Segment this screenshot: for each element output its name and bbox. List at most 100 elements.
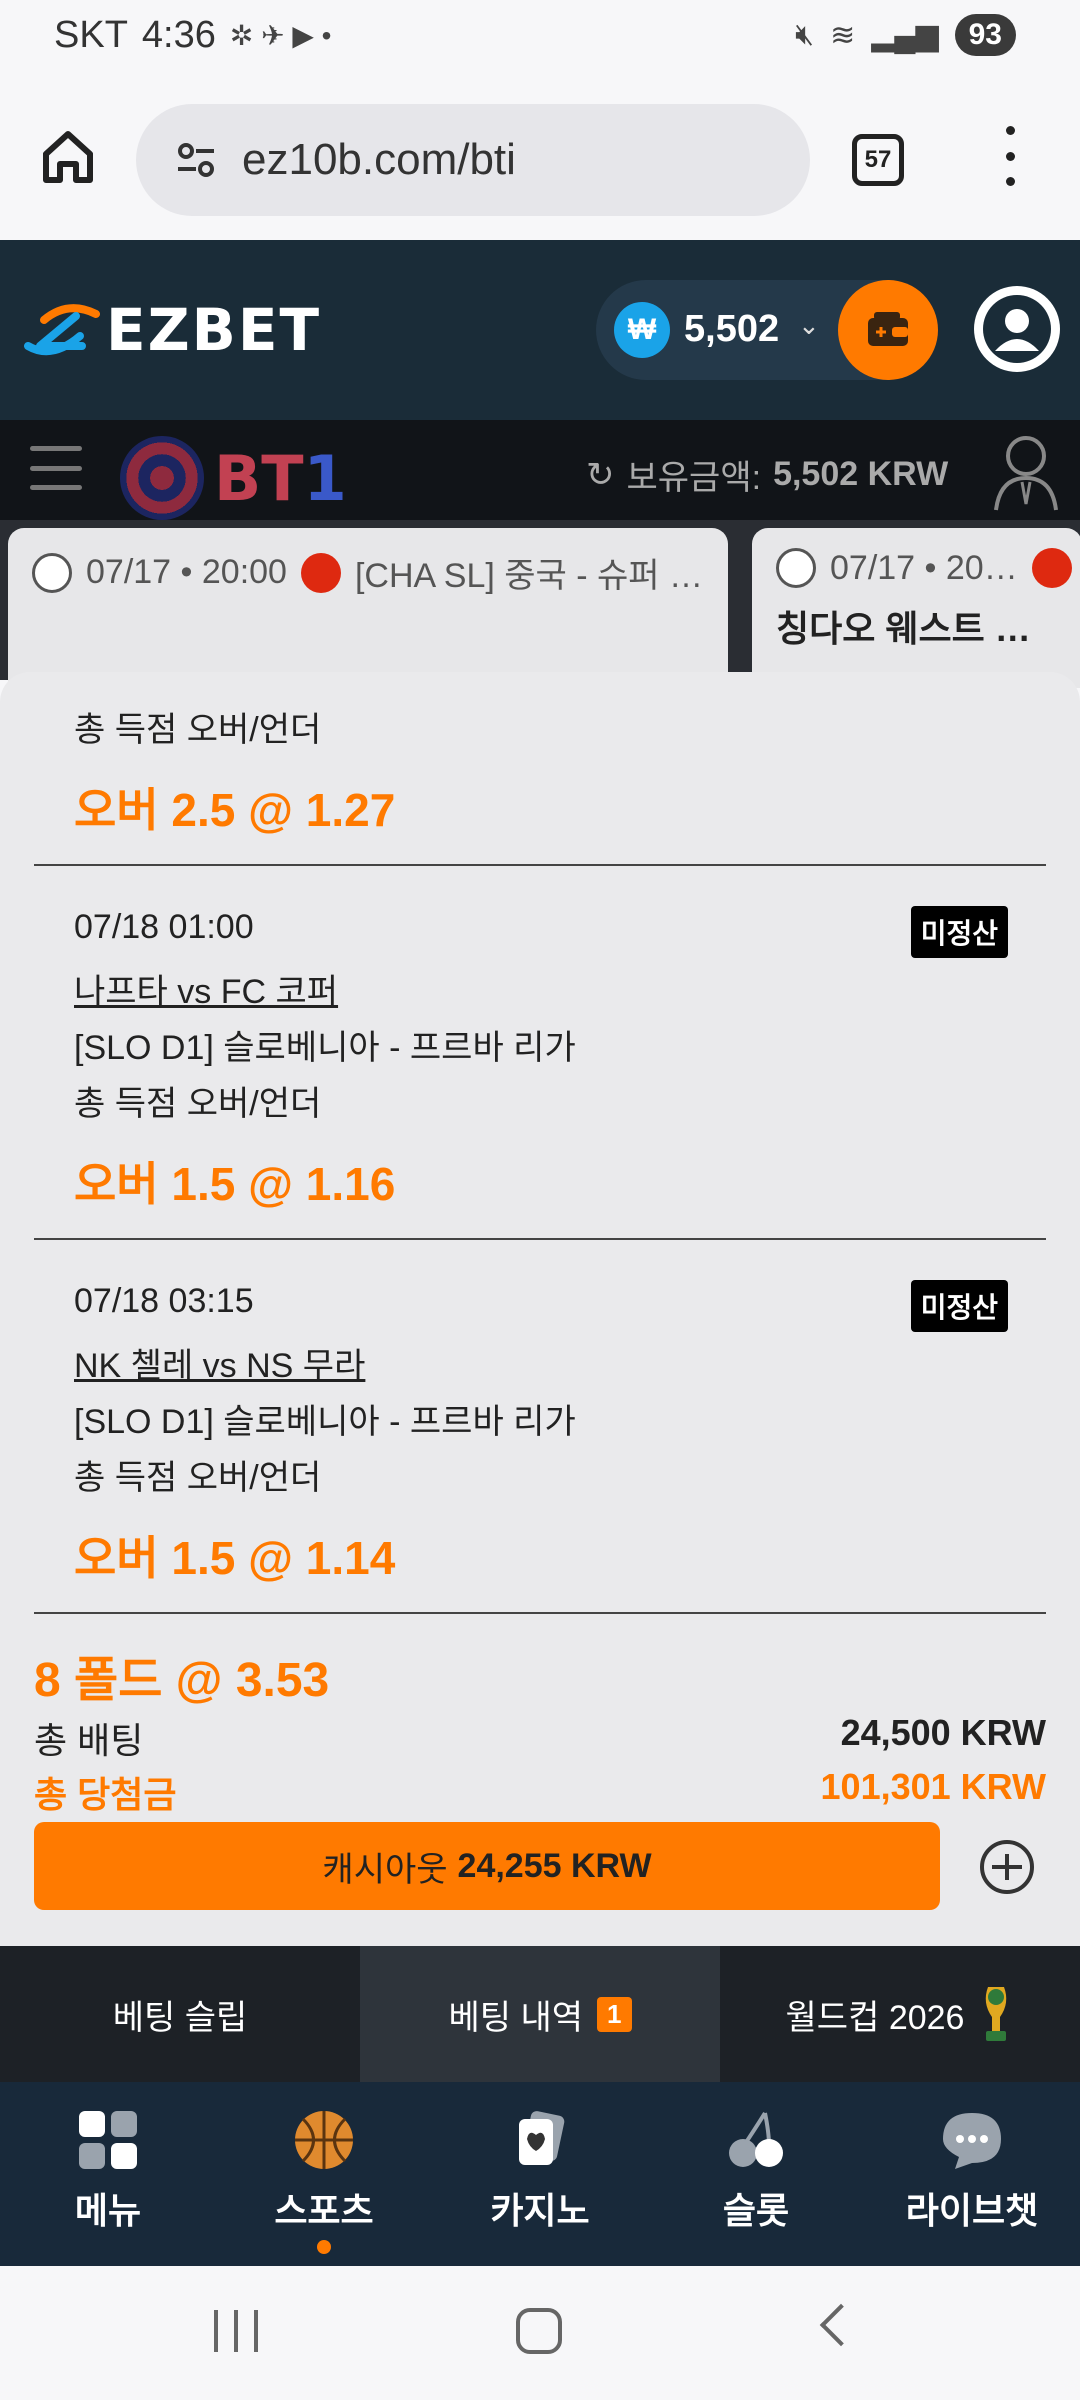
tab-bet-slip[interactable]: 베팅 슬립 xyxy=(0,1946,360,2082)
slip-tabs: 베팅 슬립 베팅 내역 1 월드컵 2026 xyxy=(0,1946,1080,2082)
bet-date: 07/18 01:00 xyxy=(74,908,254,946)
bet-odds: 오버 1.5 @ 1.16 xyxy=(74,1158,396,1210)
site-header: EZBET ₩ 5,502 ⌄ xyxy=(0,240,1080,420)
total-bet-row: 총 배팅 24,500 KRW xyxy=(34,1712,1046,1764)
chevron-down-icon: ⌄ xyxy=(798,310,820,340)
signal-icon: ▂▄▆ xyxy=(871,18,939,52)
nav-menu[interactable]: 메뉴 xyxy=(0,2082,216,2266)
balance-refresh[interactable]: ↻ 보유금액: 5,502 KRW xyxy=(586,450,948,499)
tab-world-cup[interactable]: 월드컵 2026 xyxy=(720,1946,1080,2082)
ezbet-logo-mark xyxy=(24,304,100,356)
fold-summary: 8 폴드 @ 3.53 xyxy=(34,1654,330,1707)
nav-label: 슬롯 xyxy=(722,2190,790,2231)
match-league: [CHA SL] 중국 - 슈퍼 … xyxy=(354,557,704,595)
nav-label: 메뉴 xyxy=(74,2190,142,2231)
nav-live-chat[interactable]: 라이브챗 xyxy=(864,2082,1080,2266)
tab-label: 베팅 내역 xyxy=(448,1998,584,2037)
balance-amount: 5,502 xyxy=(684,308,780,350)
nav-sports[interactable]: 스포츠 xyxy=(216,2082,432,2266)
ezbet-logo[interactable]: EZBET xyxy=(22,296,321,364)
soccer-ball-icon xyxy=(32,552,72,593)
browser-toolbar: ez10b.com/bti 57 xyxy=(0,80,1080,240)
system-navigation-bar xyxy=(0,2266,1080,2400)
match-card-header: 07/17 • 20… xyxy=(776,548,1072,588)
back-icon[interactable] xyxy=(819,2303,863,2347)
total-win-value: 101,301 KRW xyxy=(820,1766,1046,1807)
tab-bet-history[interactable]: 베팅 내역 1 xyxy=(360,1946,720,2082)
bet-odds: 오버 2.5 @ 1.27 xyxy=(74,784,396,836)
total-win-row: 총 당첨금 101,301 KRW xyxy=(34,1766,1046,1818)
mute-icon: 🔇︎ xyxy=(795,18,815,51)
user-icon xyxy=(983,295,1051,363)
profile-avatar[interactable] xyxy=(974,286,1060,372)
nav-slots[interactable]: 슬롯 xyxy=(648,2082,864,2266)
url-text: ez10b.com/bti xyxy=(242,135,516,184)
cashout-button[interactable]: 캐시아웃 24,255 KRW xyxy=(34,1822,940,1910)
status-left: SKT 4:36 ✲ ✈ ▶ • xyxy=(54,14,331,57)
balance-value: 5,502 KRW xyxy=(773,455,949,493)
bet-history-sheet: 총 득점 오버/언더 오버 2.5 @ 1.27 07/18 01:00 미정산… xyxy=(0,672,1080,1946)
china-flag-icon xyxy=(300,552,341,593)
bti-logo-mark xyxy=(120,436,204,520)
bet-league: [SLO D1] 슬로베니아 - 프르바 리가 xyxy=(74,1403,576,1441)
won-icon: ₩ xyxy=(614,302,670,358)
tab-label: 베팅 슬립 xyxy=(112,1998,248,2037)
address-bar[interactable]: ez10b.com/bti xyxy=(136,104,810,216)
system-home-icon[interactable] xyxy=(516,2308,562,2354)
bet-item: 총 득점 오버/언더 오버 2.5 @ 1.27 xyxy=(34,672,1046,866)
wallet-button[interactable] xyxy=(838,280,938,380)
bti-logo-text: BT1 xyxy=(214,441,347,515)
notification-icons: ✲ ✈ ▶ • xyxy=(229,20,332,51)
wifi-icon: ≋ xyxy=(830,18,856,52)
bet-market: 총 득점 오버/언더 xyxy=(74,1459,322,1497)
bet-date: 07/18 03:15 xyxy=(74,1282,254,1320)
battery-indicator: 93 xyxy=(954,14,1016,56)
bet-league: [SLO D1] 슬로베니아 - 프르바 리가 xyxy=(74,1029,576,1067)
count-badge: 1 xyxy=(597,1996,632,2032)
bottom-navigation: 메뉴 스포츠 카지노 슬롯 라이브챗 xyxy=(0,2082,1080,2266)
status-bar: SKT 4:36 ✲ ✈ ▶ • 🔇︎ ≋ ▂▄▆ 93 xyxy=(0,0,1080,80)
bet-item: 07/18 01:00 미정산 나프타 vs FC 코퍼 [SLO D1] 슬로… xyxy=(34,866,1046,1240)
status-right: 🔇︎ ≋ ▂▄▆ 93 xyxy=(795,14,1016,56)
refresh-icon[interactable]: ↻ xyxy=(586,455,615,495)
wallet-icon xyxy=(868,312,908,346)
bet-market: 총 득점 오버/언더 xyxy=(74,1085,322,1123)
cherry-icon xyxy=(724,2108,788,2172)
bet-market: 총 득점 오버/언더 xyxy=(74,711,322,749)
match-card-header: 07/17 • 20:00 [CHA SL] 중국 - 슈퍼 … xyxy=(32,548,703,597)
tab-label: 월드컵 2026 xyxy=(785,1998,965,2037)
bet-match-link[interactable]: NK 첼레 vs NS 무라 xyxy=(74,1338,365,1387)
hamburger-menu-icon[interactable] xyxy=(30,446,82,490)
tab-switcher-button[interactable]: 57 xyxy=(852,134,904,186)
clock: 4:36 xyxy=(141,14,216,56)
active-indicator xyxy=(317,2240,331,2254)
total-bet-value: 24,500 KRW xyxy=(840,1712,1046,1753)
bet-odds: 오버 1.5 @ 1.14 xyxy=(74,1532,396,1584)
trophy-icon xyxy=(986,1987,1007,2041)
site-settings-icon[interactable] xyxy=(176,140,216,180)
bet-match-link[interactable]: 나프타 vs FC 코퍼 xyxy=(74,964,338,1013)
carrier: SKT xyxy=(54,14,128,56)
cashout-value: 24,255 KRW xyxy=(457,1846,652,1885)
nav-casino[interactable]: 카지노 xyxy=(432,2082,648,2266)
match-datetime: 07/17 • 20:00 xyxy=(86,553,287,591)
basketball-icon xyxy=(292,2108,356,2172)
total-win-label: 총 당첨금 xyxy=(34,1774,177,1815)
match-card[interactable]: 07/17 • 20… 칭다오 웨스트 … xyxy=(752,528,1080,688)
recent-apps-icon[interactable] xyxy=(214,2310,258,2352)
home-icon[interactable] xyxy=(38,126,98,186)
grid-icon xyxy=(76,2108,140,2172)
balance-label: 보유금액: xyxy=(626,459,762,497)
collapse-icon[interactable] xyxy=(980,1840,1034,1894)
match-card[interactable]: 07/17 • 20:00 [CHA SL] 중국 - 슈퍼 … xyxy=(8,528,728,688)
cashout-label: 캐시아웃 xyxy=(322,1850,448,1889)
status-badge: 미정산 xyxy=(910,1280,1008,1332)
bti-logo: BT1 xyxy=(120,436,347,520)
soccer-ball-icon xyxy=(776,548,816,588)
match-team: 칭다오 웨스트 … xyxy=(776,608,1031,649)
overflow-menu-icon[interactable] xyxy=(1000,126,1020,186)
account-icon[interactable] xyxy=(990,430,1062,512)
china-flag-icon xyxy=(1031,548,1072,588)
bet-item: 07/18 03:15 미정산 NK 첼레 vs NS 무라 [SLO D1] … xyxy=(34,1240,1046,1614)
total-bet-label: 총 배팅 xyxy=(34,1720,144,1761)
